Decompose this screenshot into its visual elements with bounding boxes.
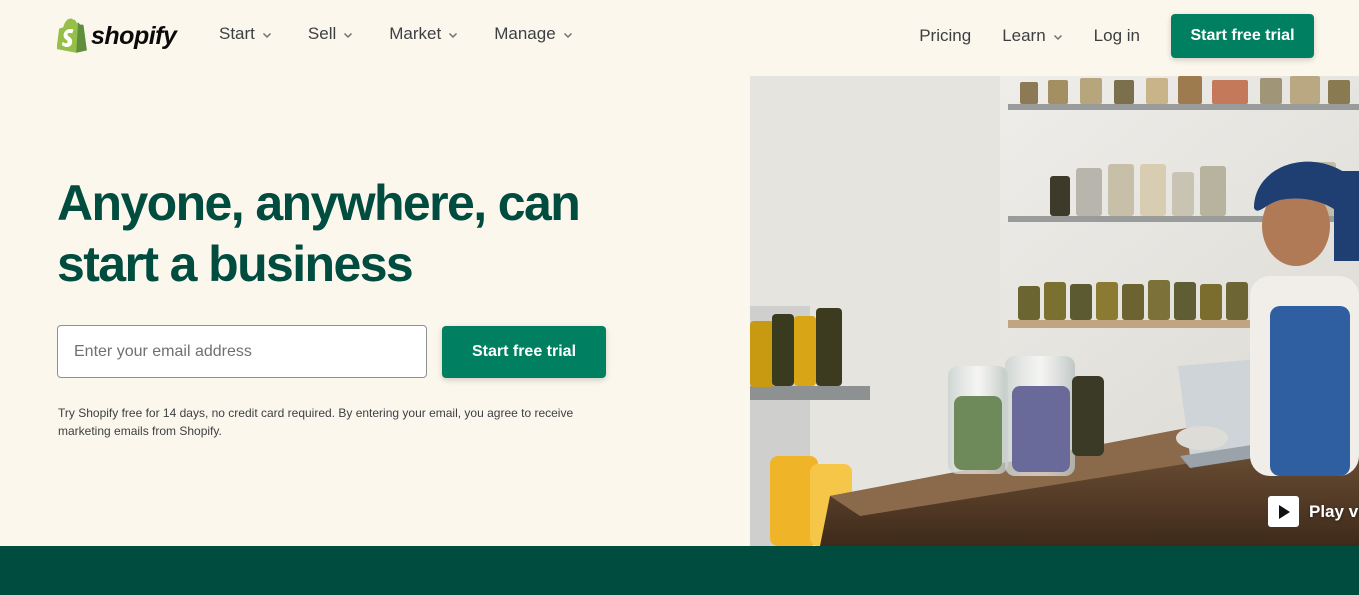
nav-item-start[interactable]: Start [219,24,272,44]
nav-item-label: Market [389,24,442,43]
nav-item-manage[interactable]: Manage [494,24,572,44]
shopping-bag-logo-icon [57,18,87,53]
chevron-down-icon [344,32,353,38]
play-video-button[interactable]: Play video [1268,496,1359,527]
site-header: shopify Start Sell Market Manage Pricing… [0,0,1359,72]
trial-disclaimer: Try Shopify free for 14 days, no credit … [58,406,574,438]
play-icon [1268,496,1299,527]
nav-item-learn[interactable]: Learn [1002,26,1062,46]
shopify-logo[interactable]: shopify [57,17,177,53]
nav-item-label: Learn [1002,26,1046,45]
chevron-down-icon [563,32,572,38]
play-video-label: Play video [1309,501,1359,521]
nav-link-pricing[interactable]: Pricing [919,26,971,46]
chevron-down-icon [262,32,271,38]
start-free-trial-header-button[interactable]: Start free trial [1171,14,1314,58]
bottom-section-band [0,546,1359,595]
secondary-nav: Pricing Learn Log in Start free trial [919,14,1314,58]
nav-item-sell[interactable]: Sell [308,24,353,44]
chevron-down-icon [449,32,458,38]
shop-scene-illustration [750,76,1359,546]
start-free-trial-button[interactable]: Start free trial [442,326,606,378]
nav-item-label: Manage [494,24,556,43]
login-link[interactable]: Log in [1094,26,1140,46]
nav-item-label: Start [219,24,255,43]
nav-item-market[interactable]: Market [389,24,458,44]
hero-heading: Anyone, anywhere, can start a business [57,175,581,292]
email-input[interactable] [57,325,427,378]
nav-item-label: Sell [307,24,337,43]
logo-wordmark: shopify [91,21,177,50]
hero-image: Play video [750,76,1359,546]
primary-nav: Start Sell Market Manage [219,24,609,44]
chevron-down-icon [1053,34,1062,41]
